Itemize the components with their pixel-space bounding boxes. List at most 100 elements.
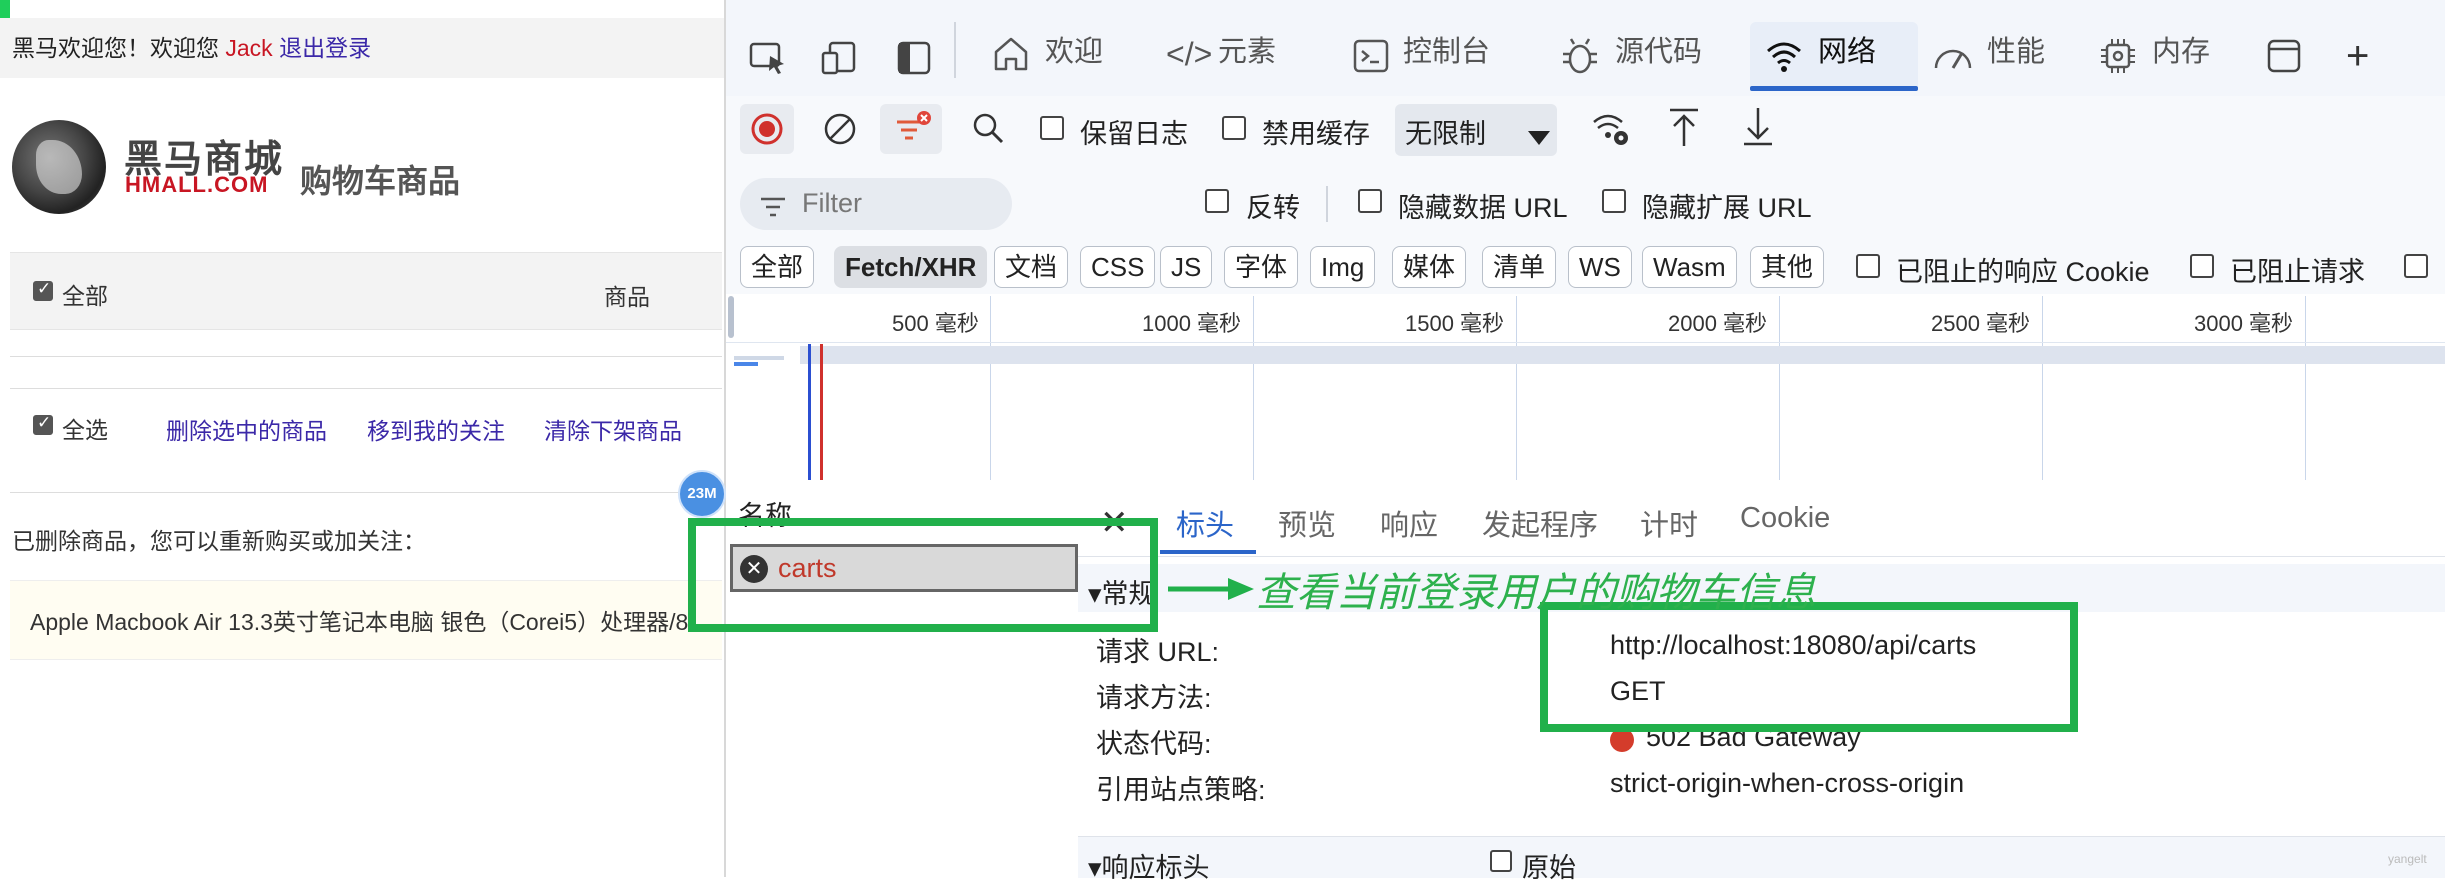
home-icon[interactable] [992,34,1030,74]
timeline-request-bar [734,362,758,366]
deleted-notice: 已删除商品，您可以重新购买或加关注： [12,528,426,554]
type-filter-font[interactable]: 字体 [1224,246,1299,288]
timeline-gridline [1253,296,1254,480]
inspect-element-icon[interactable] [748,40,788,76]
timeline-tick-label: 1000 毫秒 [1142,311,1242,336]
type-filter-wasm[interactable]: Wasm [1642,246,1737,288]
console-icon[interactable] [1352,38,1390,74]
welcome-text: 黑马欢迎您！欢迎您 [12,35,219,61]
timeline-gridline [2305,296,2306,480]
type-filter-all[interactable]: 全部 [740,246,815,288]
tab-performance[interactable]: 性能 [1987,28,2045,70]
dock-side-icon[interactable] [896,40,932,76]
tab-welcome[interactable]: 欢迎 [1045,28,1103,70]
tab-response[interactable]: 响应 [1380,502,1438,544]
blocked-cookies-label: 已阻止的响应 Cookie [1896,257,2150,287]
timeline-gridline [1779,296,1780,480]
timeline-divider [726,342,2445,343]
tab-sources[interactable]: 源代码 [1615,28,1702,70]
tab-memory[interactable]: 内存 [2152,28,2210,70]
deleted-item-row[interactable]: Apple Macbook Air 13.3英寸笔记本电脑 银色（Corei5）… [10,580,722,660]
tab-initiator[interactable]: 发起程序 [1482,502,1598,544]
application-panel-icon[interactable] [2266,38,2302,74]
timeline-left-handle[interactable] [728,296,734,338]
annotation-text: 查看当前登录用户的购物车信息 [1256,570,1816,616]
dropdown-arrow-icon[interactable] [1527,120,1551,145]
type-filter-doc[interactable]: 文档 [994,246,1069,288]
device-toolbar-icon[interactable] [820,40,860,76]
type-filter-other[interactable]: 其他 [1750,246,1825,288]
performance-gauge-icon[interactable] [1932,38,1974,74]
divider [10,356,722,357]
tab-console[interactable]: 控制台 [1403,28,1490,70]
hide-data-urls-label: 隐藏数据 URL [1398,193,1568,223]
type-filter-fetch-xhr[interactable]: Fetch/XHR [834,246,988,288]
tab-preview[interactable]: 预览 [1278,502,1336,544]
add-tab-icon[interactable]: + [2346,36,2369,76]
import-har-icon[interactable] [1666,106,1702,148]
deleted-item-name[interactable]: Apple Macbook Air 13.3英寸笔记本电脑 银色（Corei5）… [30,603,688,637]
select-all-checkbox[interactable] [33,413,53,435]
tab-elements[interactable]: 元素 [1218,28,1276,70]
invert-checkbox[interactable] [1205,189,1229,213]
referrer-policy-label: 引用站点策略: [1096,775,1266,805]
active-tab-indicator [1750,86,1918,91]
code-icon[interactable]: </> [1166,38,1212,70]
load-marker [820,344,823,480]
third-party-checkbox[interactable] [2404,254,2428,278]
wifi-icon[interactable] [1764,38,1804,74]
logout-link[interactable]: 退出登录 [279,35,371,61]
type-filter-img[interactable]: Img [1310,246,1376,288]
stop-recording-icon[interactable] [749,111,785,147]
clear-offshelf-link[interactable]: 清除下架商品 [544,412,682,446]
request-method-label: 请求方法: [1096,683,1212,713]
domcontentloaded-marker [808,344,811,480]
type-filter-media[interactable]: 媒体 [1392,246,1467,288]
blocked-cookies-checkbox[interactable] [1856,254,1880,278]
network-conditions-icon[interactable] [1590,108,1632,150]
raw-headers-label: 原始 [1522,853,1576,883]
brand-domain: HMALL.COM [125,172,269,197]
type-filter-css[interactable]: CSS [1080,246,1156,288]
tab-headers[interactable]: 标头 [1176,502,1234,544]
raw-headers-checkbox[interactable] [1490,850,1512,872]
divider [954,22,956,78]
annotation-box-request [688,518,1158,632]
divider [10,492,722,493]
status-code-label: 状态代码: [1096,729,1212,759]
type-filter-ws[interactable]: WS [1568,246,1632,288]
preserve-log-checkbox[interactable] [1040,116,1064,140]
timeline-gridline [1516,296,1517,480]
search-icon[interactable] [970,110,1006,146]
disable-cache-checkbox[interactable] [1222,116,1246,140]
select-all-checkbox-header[interactable] [33,279,53,301]
memory-badge[interactable]: 23M [678,470,726,518]
memory-chip-icon[interactable] [2098,36,2138,76]
move-to-favorites-link[interactable]: 移到我的关注 [367,412,505,446]
active-detail-tab-indicator [1160,550,1256,554]
network-overview-timeline[interactable] [726,294,2445,481]
annotation-box-url [1540,602,2078,732]
blocked-requests-checkbox[interactable] [2190,254,2214,278]
timeline-tick-label: 2000 毫秒 [1668,311,1768,336]
hide-data-urls-checkbox[interactable] [1358,189,1382,213]
preserve-log-label: 保留日志 [1080,119,1188,149]
response-headers-section-header[interactable] [1078,836,2445,878]
type-filter-js[interactable]: JS [1160,246,1213,288]
tab-timing[interactable]: 计时 [1640,502,1698,544]
timeline-tick-label: 3000 毫秒 [2194,311,2294,336]
tab-network[interactable]: 网络 [1818,28,1876,70]
export-har-icon[interactable] [1740,106,1776,148]
delete-selected-link[interactable]: 删除选中的商品 [166,412,327,446]
tab-cookies[interactable]: Cookie [1740,502,1830,535]
username-link[interactable]: Jack [225,35,272,61]
filter-active-icon[interactable] [894,110,934,148]
hide-extension-urls-checkbox[interactable] [1602,189,1626,213]
clear-icon[interactable] [822,111,858,147]
bug-icon[interactable] [1560,36,1600,76]
filter-placeholder: Filter [802,188,862,218]
type-filter-manifest[interactable]: 清单 [1482,246,1557,288]
timeline-gridline [2042,296,2043,480]
timeline-gridline [990,296,991,480]
response-headers-title[interactable]: ▾响应标头 [1088,846,1210,885]
